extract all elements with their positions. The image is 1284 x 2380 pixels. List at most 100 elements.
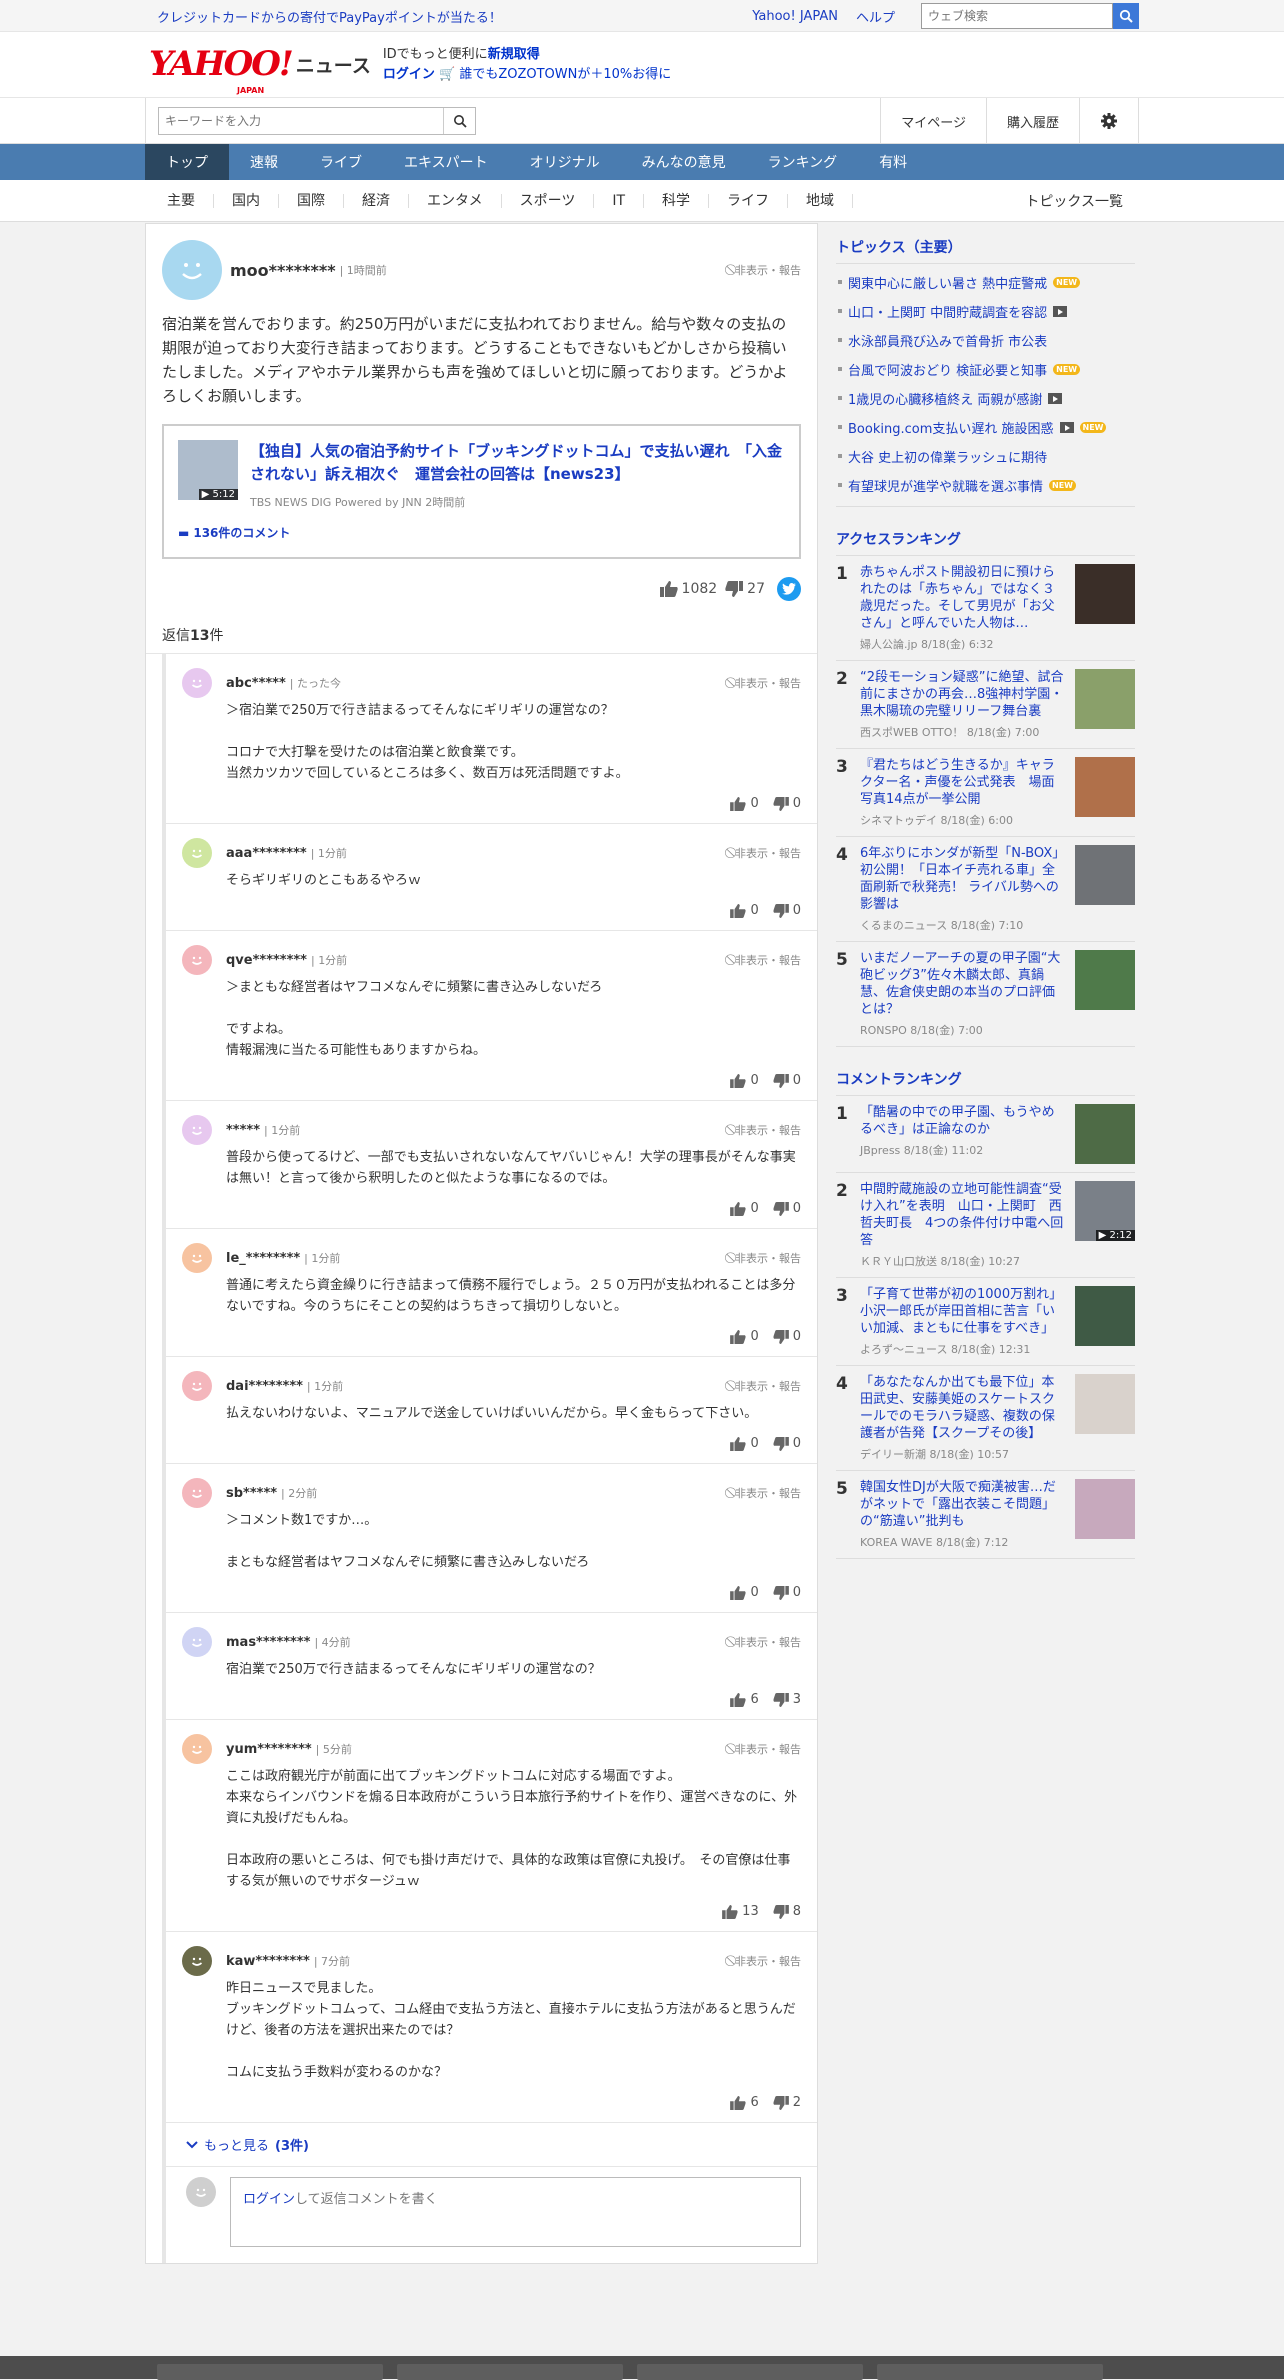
topic-title[interactable]: 関東中心に厳しい暑さ 熱中症警戒 (848, 273, 1047, 292)
yahoo-japan-link[interactable]: Yahoo! JAPAN (752, 9, 838, 24)
nav-tab-original[interactable]: オリジナル (509, 144, 621, 180)
subnav-life[interactable]: ライフ (709, 194, 789, 208)
rank-title[interactable]: 中間貯蔵施設の立地可能性調査“受け入れ”を表明 山口・上関町 西哲夫町長 4つの… (860, 1181, 1067, 1249)
dislike-button[interactable]: 8 (773, 1904, 801, 1919)
rank-title[interactable]: 6年ぶりにホンダが新型「N-BOX」初公開！「日本イチ売れる車」全面刷新で秋発売… (860, 845, 1067, 913)
reply-username[interactable]: qve******** (226, 953, 307, 968)
ranking-item[interactable]: 2 中間貯蔵施設の立地可能性調査“受け入れ”を表明 山口・上関町 西哲夫町長 4… (836, 1173, 1135, 1278)
zozo-promo-link[interactable]: 誰でもZOZOTOWNが＋10%お得に (459, 67, 671, 82)
like-button[interactable]: 0 (730, 1585, 759, 1600)
dislike-button[interactable]: 3 (773, 1692, 801, 1707)
like-button[interactable]: 0 (730, 796, 759, 811)
article-card[interactable]: ▶ 5:12 【独自】人気の宿泊予約サイト「ブッキングドットコム」で支払い遅れ … (162, 424, 801, 559)
reply-username[interactable]: sb***** (226, 1486, 277, 1501)
subnav-international[interactable]: 国際 (279, 194, 344, 208)
report-button[interactable]: ⃠非表示・報告 (733, 1634, 801, 1650)
like-button[interactable]: 0 (730, 1201, 759, 1216)
help-link[interactable]: ヘルプ (856, 7, 895, 26)
subnav-main[interactable]: 主要 (145, 194, 214, 208)
reply-username[interactable]: aaa******** (226, 846, 307, 861)
report-button[interactable]: ⃠非表示・報告 (733, 675, 801, 691)
ranking-item[interactable]: 4 6年ぶりにホンダが新型「N-BOX」初公開！「日本イチ売れる車」全面刷新で秋… (836, 837, 1135, 942)
promo-link[interactable]: クレジットカードからの寄付でPayPayポイントが当たる！ (145, 7, 752, 26)
rank-thumbnail[interactable] (1075, 1374, 1135, 1434)
report-button[interactable]: ⃠非表示・報告 (733, 1378, 801, 1394)
dislike-button[interactable]: 0 (773, 1201, 801, 1216)
topics-list-link[interactable]: トピックス一覧 (1025, 191, 1123, 211)
access-ranking-title[interactable]: アクセスランキング (836, 523, 1135, 556)
dislike-button[interactable]: 0 (773, 1436, 801, 1451)
subnav-sports[interactable]: スポーツ (502, 194, 595, 208)
rank-thumbnail[interactable] (1075, 1104, 1135, 1164)
topic-item[interactable]: 有望球児が進学や就職を選ぶ事情 NEW (836, 471, 1135, 500)
comment-count-link[interactable]: ▬ 136件のコメント (178, 524, 785, 541)
subnav-economy[interactable]: 経済 (344, 194, 409, 208)
ranking-item[interactable]: 5 いまだノーアーチの夏の甲子園“大砲ビッグ3”佐々木麟太郎、真鍋慧、佐倉侠史朗… (836, 942, 1135, 1047)
rank-title[interactable]: 赤ちゃんポスト開設初日に預けられたのは「赤ちゃん」ではなく３歳児だった。そして男… (860, 564, 1067, 632)
dislike-button[interactable]: 0 (773, 1073, 801, 1088)
like-button[interactable]: 0 (730, 903, 759, 918)
like-button[interactable]: 13 (722, 1904, 759, 1919)
subnav-entertainment[interactable]: エンタメ (409, 194, 502, 208)
nav-tab-breaking[interactable]: 速報 (229, 144, 299, 180)
twitter-share-button[interactable] (777, 577, 801, 601)
rank-title[interactable]: いまだノーアーチの夏の甲子園“大砲ビッグ3”佐々木麟太郎、真鍋慧、佐倉侠史朗の本… (860, 950, 1067, 1018)
subnav-it[interactable]: IT (594, 194, 645, 208)
report-button[interactable]: ⃠非表示・報告 (733, 845, 801, 861)
login-link[interactable]: ログイン (243, 2192, 295, 2207)
reply-username[interactable]: yum******** (226, 1742, 312, 1757)
ranking-item[interactable]: 3 「子育て世帯が初の1000万割れ」小沢一郎氏が岸田首相に苦言「いい加減、まと… (836, 1278, 1135, 1366)
reply-username[interactable]: le_******** (226, 1251, 300, 1266)
nav-tab-top[interactable]: トップ (145, 144, 229, 180)
report-button[interactable]: ⃠非表示・報告 (733, 1485, 801, 1501)
report-button[interactable]: ⃠非表示・報告 (733, 1741, 801, 1757)
dislike-button[interactable]: 0 (773, 903, 801, 918)
rank-thumbnail[interactable] (1075, 1286, 1135, 1346)
reply-username[interactable]: ***** (226, 1123, 260, 1138)
like-button[interactable]: 1082 (659, 581, 717, 597)
like-button[interactable]: 6 (730, 2095, 759, 2110)
dislike-button[interactable]: 27 (725, 581, 765, 597)
article-title[interactable]: 【独自】人気の宿泊予約サイト「ブッキングドットコム」で支払い遅れ 「入金されない… (250, 440, 785, 500)
topic-title[interactable]: 1歳児の心臓移植終え 両親が感謝 (848, 389, 1042, 408)
register-link[interactable]: 新規取得 (488, 47, 540, 62)
show-more-button[interactable]: もっと見る (3件) (162, 2123, 817, 2167)
reply-textarea[interactable]: ログインして返信コメントを書く (230, 2177, 801, 2247)
reply-username[interactable]: abc***** (226, 676, 286, 691)
report-button[interactable]: ⃠非表示・報告 (733, 1250, 801, 1266)
settings-button[interactable] (1079, 98, 1138, 144)
rank-title[interactable]: 『君たちはどう生きるか』キャラクター名・声優を公式発表 場面写真14点が一挙公開 (860, 757, 1067, 808)
rank-thumbnail[interactable] (1075, 757, 1135, 817)
mypage-link[interactable]: マイページ (880, 98, 986, 144)
rank-title[interactable]: 「子育て世帯が初の1000万割れ」小沢一郎氏が岸田首相に苦言「いい加減、まともに… (860, 1286, 1067, 1337)
comment-username[interactable]: moo******** (230, 261, 336, 280)
topic-title[interactable]: 有望球児が進学や就職を選ぶ事情 (848, 476, 1043, 495)
rank-title[interactable]: 韓国女性DJが大阪で痴漢被害…だがネットで「露出衣装こそ問題」の“筋違い”批判も (860, 1479, 1067, 1530)
nav-tab-opinions[interactable]: みんなの意見 (621, 144, 747, 180)
comment-ranking-title[interactable]: コメントランキング (836, 1063, 1135, 1096)
rank-thumbnail[interactable]: ▶ 2:12 (1075, 1181, 1135, 1241)
topic-title[interactable]: 台風で阿波おどり 検証必要と知事 (848, 360, 1047, 379)
topic-title[interactable]: 水泳部員飛び込みで首骨折 市公表 (848, 331, 1047, 350)
ranking-item[interactable]: 4 「あなたなんか出ても最下位」本田武史、安藤美姫のスケートスクールでのモラハラ… (836, 1366, 1135, 1471)
reply-username[interactable]: mas******** (226, 1635, 310, 1650)
ranking-item[interactable]: 1 赤ちゃんポスト開設初日に預けられたのは「赤ちゃん」ではなく３歳児だった。そし… (836, 556, 1135, 661)
like-button[interactable]: 0 (730, 1436, 759, 1451)
keyword-search-button[interactable] (443, 108, 475, 134)
web-search-input[interactable] (921, 3, 1113, 29)
nav-tab-expert[interactable]: エキスパート (383, 144, 509, 180)
keyword-search-input[interactable] (159, 109, 443, 133)
subnav-science[interactable]: 科学 (644, 194, 710, 208)
like-button[interactable]: 0 (730, 1329, 759, 1344)
purchase-history-link[interactable]: 購入履歴 (985, 98, 1079, 144)
topic-item[interactable]: 1歳児の心臓移植終え 両親が感謝 (836, 384, 1135, 413)
dislike-button[interactable]: 0 (773, 1329, 801, 1344)
ranking-item[interactable]: 5 韓国女性DJが大阪で痴漢被害…だがネットで「露出衣装こそ問題」の“筋違い”批… (836, 1471, 1135, 1559)
dislike-button[interactable]: 0 (773, 1585, 801, 1600)
nav-tab-paid[interactable]: 有料 (858, 144, 928, 180)
report-button[interactable]: ⃠非表示・報告 (733, 1953, 801, 1969)
nav-tab-live[interactable]: ライブ (299, 144, 383, 180)
topics-title[interactable]: トピックス（主要） (836, 231, 1135, 264)
reply-username[interactable]: dai******** (226, 1379, 303, 1394)
like-button[interactable]: 0 (730, 1073, 759, 1088)
